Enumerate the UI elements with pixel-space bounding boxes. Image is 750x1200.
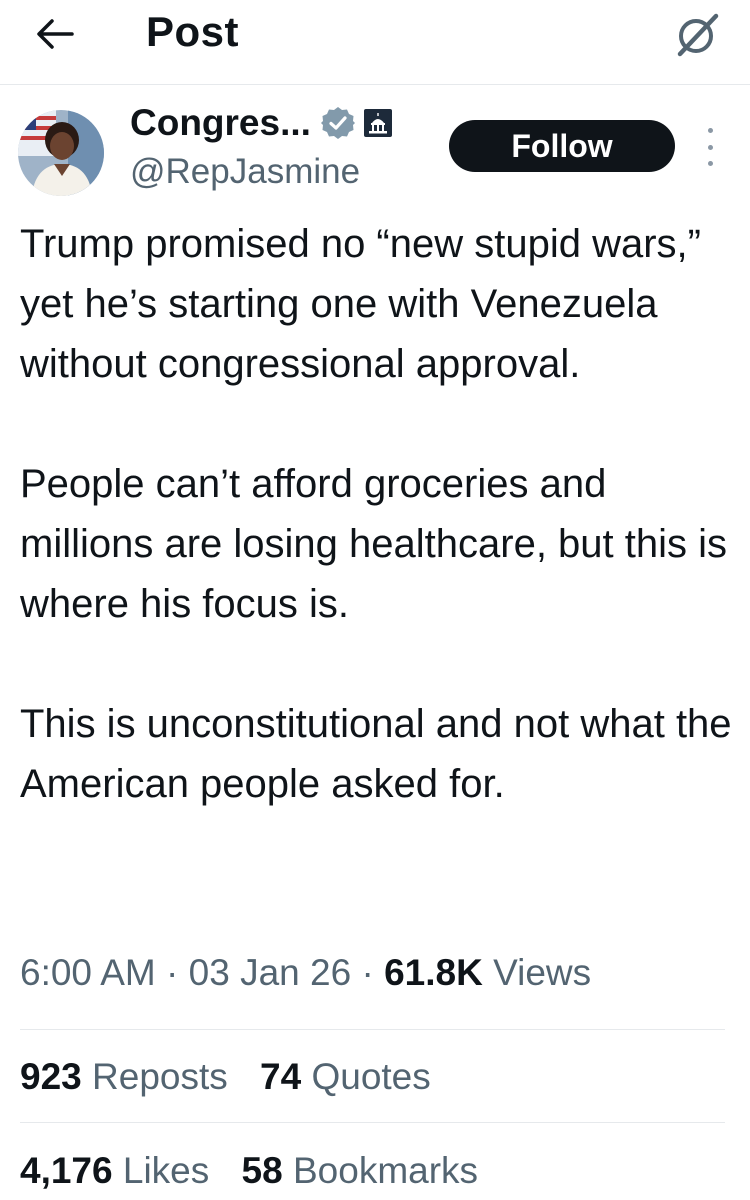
more-options-button[interactable] (700, 128, 720, 166)
views-count: 61.8K (384, 952, 483, 993)
engagement-row-2: 4,176 Likes 58 Bookmarks (20, 1150, 500, 1192)
reposts-stat[interactable]: 923 Reposts (20, 1056, 228, 1097)
more-dot-icon (707, 144, 713, 150)
post-paragraph: People can’t afford groceries and millio… (20, 462, 728, 626)
post-meta: 6:00 AM · 03 Jan 26 · 61.8K Views (20, 952, 591, 994)
meta-separator: · (361, 952, 374, 993)
author-name[interactable]: Congres... (130, 102, 311, 144)
arrow-left-icon (37, 19, 74, 49)
views-label: Views (493, 952, 592, 993)
grok-icon (677, 13, 719, 57)
meta-separator: · (166, 952, 179, 993)
quotes-label: Quotes (311, 1056, 431, 1097)
post-paragraph: This is unconstitutional and not what th… (20, 702, 732, 806)
author-name-row: Congres... (130, 102, 393, 144)
engagement-row-1: 923 Reposts 74 Quotes (20, 1056, 453, 1098)
post-time[interactable]: 6:00 AM (20, 952, 156, 993)
post-paragraph: Trump promised no “new stupid wars,” yet… (20, 222, 701, 386)
reposts-count: 923 (20, 1056, 82, 1097)
capitol-badge-icon[interactable] (363, 108, 393, 138)
reposts-label: Reposts (92, 1056, 228, 1097)
quotes-stat[interactable]: 74 Quotes (260, 1056, 431, 1097)
avatar[interactable] (18, 110, 104, 196)
bookmarks-label: Bookmarks (292, 1150, 479, 1191)
verified-badge-icon[interactable] (320, 106, 355, 140)
quotes-count: 74 (260, 1056, 302, 1097)
more-dot-icon (707, 128, 713, 133)
back-button[interactable] (32, 12, 76, 56)
follow-button[interactable]: Follow (449, 120, 675, 172)
post-text: Trump promised no “new stupid wars,” yet… (20, 214, 735, 814)
likes-stat[interactable]: 4,176 Likes (20, 1150, 209, 1191)
author-handle[interactable]: @RepJasmine (130, 152, 360, 192)
likes-count: 4,176 (20, 1150, 113, 1191)
likes-label: Likes (122, 1150, 210, 1191)
bookmarks-stat[interactable]: 58 Bookmarks (242, 1150, 479, 1191)
profile-photo-icon (18, 110, 104, 196)
bookmarks-count: 58 (241, 1150, 283, 1191)
page-title: Post (146, 8, 240, 55)
divider (20, 1029, 725, 1030)
divider (20, 1122, 725, 1123)
grok-button[interactable] (672, 10, 722, 60)
top-bar: Post (0, 0, 750, 85)
more-dot-icon (707, 161, 713, 166)
post-date[interactable]: 03 Jan 26 (189, 952, 352, 993)
